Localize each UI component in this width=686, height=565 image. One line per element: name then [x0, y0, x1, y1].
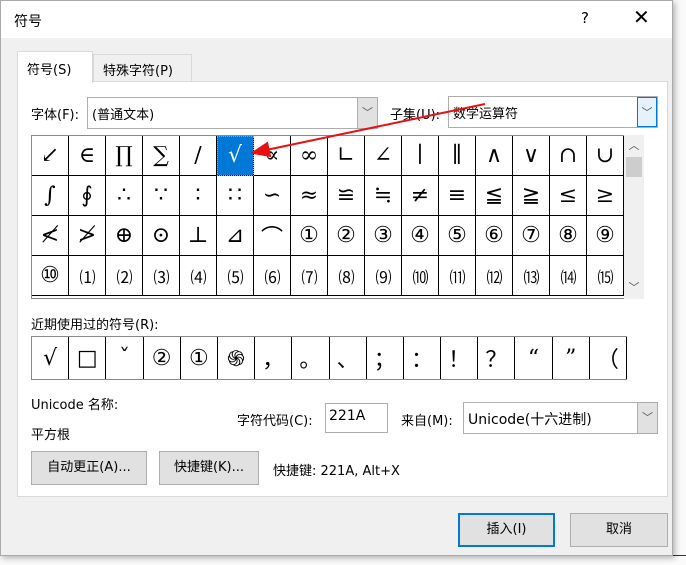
tab-symbols[interactable]: 符号(S): [17, 51, 93, 83]
annotation-arrow: [250, 103, 486, 158]
red-arrow: [250, 103, 486, 158]
